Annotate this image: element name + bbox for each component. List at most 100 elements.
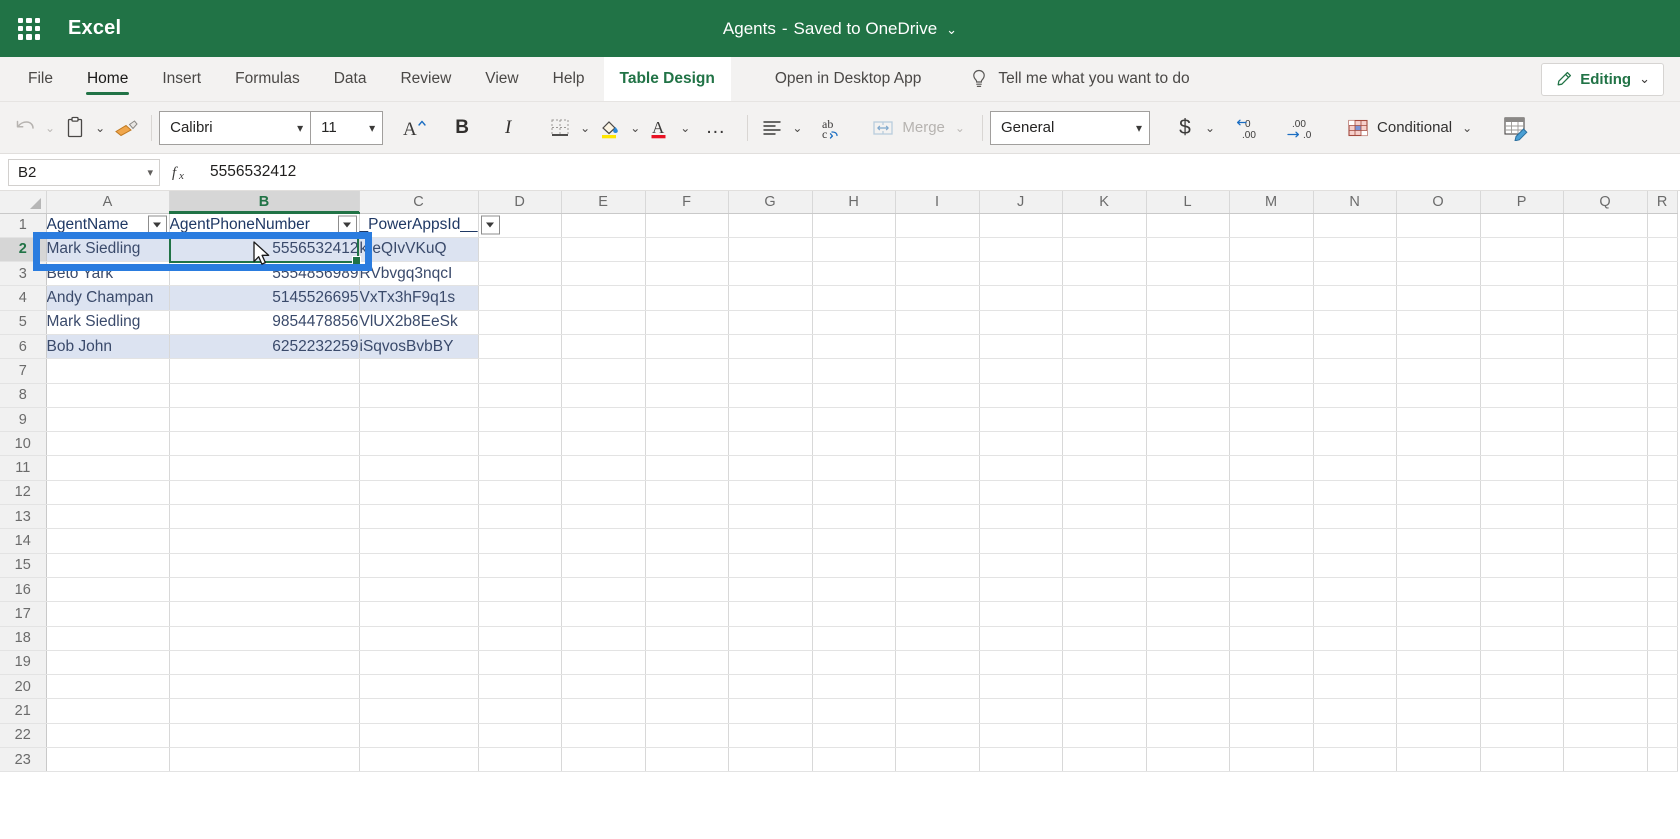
cell-b4[interactable]: 5145526695 <box>169 285 360 311</box>
cell-j7[interactable] <box>979 358 1063 384</box>
cell-j20[interactable] <box>979 674 1063 700</box>
cell-j23[interactable] <box>979 747 1063 773</box>
cell-p10[interactable] <box>1480 431 1564 457</box>
cell-b21[interactable] <box>169 698 360 724</box>
cell-j9[interactable] <box>979 407 1063 433</box>
cell-a20[interactable] <box>46 674 170 700</box>
cell-d17[interactable] <box>478 601 562 627</box>
font-color-chevron-down-icon[interactable]: ⌄ <box>677 121 693 135</box>
cell-e1[interactable] <box>561 213 646 238</box>
cell-l10[interactable] <box>1146 431 1230 457</box>
cell-l21[interactable] <box>1146 698 1230 724</box>
cell-m2[interactable] <box>1229 237 1314 263</box>
align-left-icon[interactable] <box>755 109 789 147</box>
cell-g13[interactable] <box>728 504 813 530</box>
cell-k2[interactable] <box>1062 237 1147 263</box>
increase-decimal-icon[interactable]: 0.00 <box>1230 109 1270 147</box>
cell-g12[interactable] <box>728 480 813 506</box>
cell-g16[interactable] <box>728 577 813 603</box>
cell-r10[interactable] <box>1647 431 1678 457</box>
cell-g10[interactable] <box>728 431 813 457</box>
cell-h2[interactable] <box>812 237 896 263</box>
cell-i1[interactable] <box>895 213 980 238</box>
cell-c21[interactable] <box>359 698 479 724</box>
cell-a4[interactable]: Andy Champan <box>46 285 170 311</box>
cell-f15[interactable] <box>645 553 729 578</box>
cell-c15[interactable] <box>359 553 479 578</box>
cell-a5[interactable]: Mark Siedling <box>46 310 170 335</box>
cell-b22[interactable] <box>169 723 360 749</box>
cell-m7[interactable] <box>1229 358 1314 384</box>
cell-m11[interactable] <box>1229 455 1314 481</box>
cell-f8[interactable] <box>645 383 729 408</box>
cell-q18[interactable] <box>1563 626 1648 651</box>
cell-i21[interactable] <box>895 698 980 724</box>
column-header-d[interactable]: D <box>478 191 562 214</box>
cell-b10[interactable] <box>169 431 360 457</box>
cell-n14[interactable] <box>1313 528 1397 554</box>
row-header-14[interactable]: 14 <box>0 528 47 554</box>
cell-e16[interactable] <box>561 577 646 603</box>
cell-n11[interactable] <box>1313 455 1397 481</box>
cell-n12[interactable] <box>1313 480 1397 506</box>
cell-o8[interactable] <box>1396 383 1481 408</box>
cell-d20[interactable] <box>478 674 562 700</box>
cell-k3[interactable] <box>1062 261 1147 287</box>
cell-q20[interactable] <box>1563 674 1648 700</box>
cell-i23[interactable] <box>895 747 980 773</box>
cell-r2[interactable] <box>1647 237 1678 263</box>
column-header-j[interactable]: J <box>979 191 1063 214</box>
app-launcher-icon[interactable] <box>16 16 42 42</box>
column-header-q[interactable]: Q <box>1563 191 1648 214</box>
cell-h22[interactable] <box>812 723 896 749</box>
cell-r5[interactable] <box>1647 310 1678 335</box>
cell-m12[interactable] <box>1229 480 1314 506</box>
cell-i15[interactable] <box>895 553 980 578</box>
cell-k11[interactable] <box>1062 455 1147 481</box>
cell-o5[interactable] <box>1396 310 1481 335</box>
column-header-b[interactable]: B <box>169 191 360 214</box>
cell-r9[interactable] <box>1647 407 1678 433</box>
cell-b18[interactable] <box>169 626 360 651</box>
cell-q1[interactable] <box>1563 213 1648 238</box>
row-header-18[interactable]: 18 <box>0 626 47 651</box>
cell-q19[interactable] <box>1563 650 1648 676</box>
format-as-table-icon[interactable] <box>1497 109 1535 147</box>
cell-o6[interactable] <box>1396 334 1481 360</box>
cell-b2[interactable]: 5556532412 <box>169 237 360 263</box>
cell-f5[interactable] <box>645 310 729 335</box>
cell-g21[interactable] <box>728 698 813 724</box>
cell-p13[interactable] <box>1480 504 1564 530</box>
cell-l14[interactable] <box>1146 528 1230 554</box>
cell-k22[interactable] <box>1062 723 1147 749</box>
cell-p1[interactable] <box>1480 213 1564 238</box>
cell-l15[interactable] <box>1146 553 1230 578</box>
cell-g14[interactable] <box>728 528 813 554</box>
cell-c23[interactable] <box>359 747 479 773</box>
cell-a14[interactable] <box>46 528 170 554</box>
cell-d4[interactable] <box>478 285 562 311</box>
cell-b12[interactable] <box>169 480 360 506</box>
cell-i11[interactable] <box>895 455 980 481</box>
cell-d9[interactable] <box>478 407 562 433</box>
cell-b9[interactable] <box>169 407 360 433</box>
cell-a19[interactable] <box>46 650 170 676</box>
cell-g19[interactable] <box>728 650 813 676</box>
row-header-12[interactable]: 12 <box>0 480 47 506</box>
select-all-corner[interactable] <box>0 191 47 214</box>
cell-o19[interactable] <box>1396 650 1481 676</box>
cell-l7[interactable] <box>1146 358 1230 384</box>
wrap-text-icon[interactable]: ab c <box>815 109 851 147</box>
cell-k8[interactable] <box>1062 383 1147 408</box>
cell-q2[interactable] <box>1563 237 1648 263</box>
fill-color-icon[interactable] <box>593 109 627 147</box>
cell-a11[interactable] <box>46 455 170 481</box>
row-header-17[interactable]: 17 <box>0 601 47 627</box>
cell-a21[interactable] <box>46 698 170 724</box>
cell-b17[interactable] <box>169 601 360 627</box>
cell-k5[interactable] <box>1062 310 1147 335</box>
cell-l18[interactable] <box>1146 626 1230 651</box>
cell-j15[interactable] <box>979 553 1063 578</box>
cell-r16[interactable] <box>1647 577 1678 603</box>
cell-j4[interactable] <box>979 285 1063 311</box>
